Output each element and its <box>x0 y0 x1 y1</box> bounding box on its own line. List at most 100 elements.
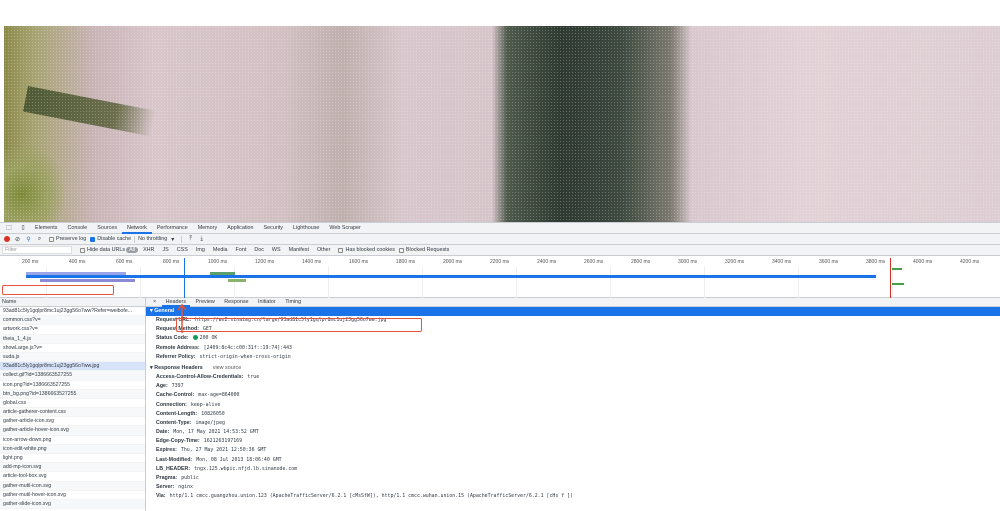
request-row[interactable]: showLarge.js?v= <box>0 344 145 353</box>
header-value: keep-alive <box>190 401 221 408</box>
throttling-select[interactable]: No throttling <box>138 236 167 242</box>
timeline-tick: 800 ms <box>163 259 180 265</box>
view-source-link[interactable]: view source <box>213 365 241 371</box>
filter-type-xhr[interactable]: XHR <box>140 247 157 253</box>
tab-memory[interactable]: Memory <box>193 223 222 234</box>
preserve-log-label: Preserve log <box>56 236 87 242</box>
timeline-tick: 3400 ms <box>772 259 792 265</box>
response-headers-section-header[interactable]: ▾ Response Headers view source <box>146 364 1000 373</box>
request-row[interactable]: icon-edit-white.png <box>0 444 145 454</box>
preserve-log-checkbox[interactable] <box>49 236 54 242</box>
request-row[interactable]: light.png <box>0 454 145 464</box>
header-value: nginx <box>178 484 193 491</box>
header-value: http/1.1 cmcc.guangzhou.union.123 (Apach… <box>169 493 574 500</box>
header-value: true <box>247 373 260 380</box>
disable-cache-checkbox[interactable] <box>90 236 96 242</box>
filter-type-media[interactable]: Media <box>210 247 231 253</box>
chevron-down-icon[interactable]: ▾ <box>169 236 176 243</box>
tab-console[interactable]: Console <box>62 223 92 234</box>
request-row[interactable]: gather-article-hover-icon.svg <box>0 426 145 436</box>
filter-type-all[interactable]: All <box>126 247 139 253</box>
tab-initiator[interactable]: Initiator <box>254 298 280 307</box>
record-icon[interactable] <box>4 236 10 242</box>
request-list-header[interactable]: Name <box>0 298 145 307</box>
blocked-requests-checkbox[interactable] <box>398 247 404 253</box>
request-row[interactable]: artwork.css?v= <box>0 325 145 335</box>
timeline-tick: 1400 ms <box>302 259 322 265</box>
device-toggle-icon[interactable]: ▯ <box>18 223 28 234</box>
devtools-panel: ⬚ ▯ Elements Console Sources Network Per… <box>0 222 1000 511</box>
header-row: Date: Mon, 17 May 2021 14:53:52 GMT <box>146 428 1000 437</box>
header-value: 1621263197169 <box>203 438 243 445</box>
request-row[interactable]: global.css <box>0 399 145 409</box>
waterfall-bar <box>892 268 902 270</box>
request-row[interactable]: gather-mutil-hover-icon.svg <box>0 491 145 500</box>
request-row[interactable]: 93ad81c5ly1gqlpr8mc1uj23gg56o7ww.jpg <box>0 362 145 372</box>
timeline-tick: 3200 ms <box>725 259 745 265</box>
import-har-icon[interactable]: ⤒ <box>187 236 194 243</box>
request-row[interactable]: theia_1_4.js <box>0 334 145 344</box>
header-key: Referrer Policy: <box>156 353 196 360</box>
request-row[interactable]: collect.gif?id=1386663527255 <box>0 371 145 381</box>
filter-type-js[interactable]: JS <box>159 247 171 253</box>
response-headers-title: Response Headers <box>154 364 203 371</box>
request-row[interactable]: common.css?v= <box>0 316 145 326</box>
request-row[interactable]: icon.png?id=1386663527255 <box>0 381 145 390</box>
filter-type-css[interactable]: CSS <box>174 247 191 253</box>
tab-lighthouse[interactable]: Lighthouse <box>288 223 324 234</box>
filter-type-ws[interactable]: WS <box>269 247 284 253</box>
tab-web-scraper[interactable]: Web Scraper <box>324 223 365 234</box>
filter-type-other[interactable]: Other <box>314 247 333 253</box>
header-row: Last-Modified: Mon, 08 Jul 2013 18:06:40 … <box>146 456 1000 465</box>
has-blocked-cookies-checkbox[interactable] <box>338 247 344 253</box>
header-row: Pragma: public <box>146 474 1000 483</box>
tab-sources[interactable]: Sources <box>92 223 122 234</box>
tab-network[interactable]: Network <box>122 223 152 234</box>
filter-input[interactable]: Filter <box>2 246 72 254</box>
filter-type-doc[interactable]: Doc <box>251 247 267 253</box>
large-photo <box>4 26 1000 222</box>
header-row: Content-Length: 10826050 <box>146 410 1000 419</box>
inspect-icon[interactable]: ⬚ <box>4 223 14 234</box>
tab-timing[interactable]: Timing <box>281 298 305 307</box>
header-key: Request Method: <box>156 326 199 333</box>
page-viewport <box>0 0 1000 222</box>
header-value: Mon, 08 Jul 2013 18:06:40 GMT <box>196 456 282 463</box>
header-key: Request URL: <box>156 317 192 323</box>
export-har-icon[interactable]: ⤓ <box>198 236 205 243</box>
tab-security[interactable]: Security <box>259 223 288 234</box>
hide-data-urls-checkbox[interactable] <box>80 247 85 253</box>
tab-response[interactable]: Response <box>220 298 252 307</box>
tab-performance[interactable]: Performance <box>152 223 193 234</box>
header-value: public <box>181 475 199 481</box>
search-icon[interactable]: ⌕ <box>36 236 43 243</box>
request-row[interactable]: add-mp-icon.svg <box>0 463 145 473</box>
filter-type-font[interactable]: Font <box>233 247 250 253</box>
request-row[interactable]: article-tool-box.svg <box>0 472 145 482</box>
request-row[interactable]: 93ad81c5ly1gqlpr8mc1uj23gg56o7ww?Refer=w… <box>0 307 145 317</box>
header-row: Remote Address: [2409:8c4c:c00:31f::19:74… <box>146 344 1000 353</box>
network-toolbar: ⊘ ⚲ ⌕ Preserve log Disable cache No thro… <box>0 234 1000 245</box>
header-key: Server: <box>156 484 175 491</box>
request-row[interactable]: icon-arrow-down.png <box>0 436 145 445</box>
request-row[interactable]: gather-article-icon.svg <box>0 417 145 427</box>
close-details-icon[interactable]: × <box>149 298 160 307</box>
general-section-header[interactable]: ▾ General <box>146 307 1000 316</box>
tab-elements[interactable]: Elements <box>30 223 62 234</box>
request-row[interactable]: btn_bg.png?id=1386663527255 <box>0 389 145 399</box>
tab-headers[interactable]: Headers <box>161 298 191 307</box>
request-row[interactable]: gather-mutil-icon.svg <box>0 481 145 491</box>
timeline-tick: 1000 ms <box>208 259 228 265</box>
filter-icon[interactable]: ⚲ <box>25 236 32 243</box>
tab-preview[interactable]: Preview <box>192 298 219 307</box>
request-row[interactable]: suda.js <box>0 352 145 363</box>
clear-icon[interactable]: ⊘ <box>14 236 21 243</box>
network-overview-timeline[interactable]: 200 ms 400 ms 600 ms 800 ms 1000 ms 1200… <box>0 258 1000 298</box>
hide-data-urls-label: Hide data URLs <box>87 247 126 253</box>
filter-type-img[interactable]: Img <box>193 247 208 253</box>
header-value: 7397 <box>171 383 184 390</box>
request-row[interactable]: gather-slide-icon.svg <box>0 499 145 510</box>
tab-application[interactable]: Application <box>222 223 258 234</box>
filter-type-manifest[interactable]: Manifest <box>286 247 312 253</box>
request-row[interactable]: article-gatherer-content.css <box>0 408 145 418</box>
